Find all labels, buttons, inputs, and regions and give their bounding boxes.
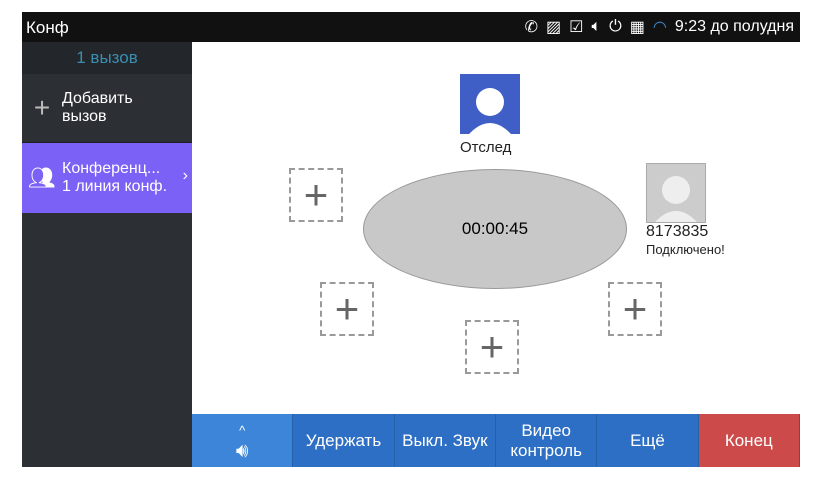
volume-icon: 🔈︎ — [591, 18, 602, 35]
video-control-button[interactable]: Видео контроль — [495, 414, 598, 467]
host-avatar — [460, 74, 520, 134]
add-participant-slot[interactable]: + — [465, 320, 519, 374]
participant-avatar[interactable] — [646, 163, 706, 223]
end-call-button[interactable]: Конец — [698, 414, 800, 467]
mute-button[interactable]: Выкл. Звук — [394, 414, 496, 467]
call-controls: ^ 🔊︎ Удержать Выкл. Звук Видео контроль Е… — [192, 414, 800, 467]
chevron-right-icon: › — [182, 167, 188, 184]
add-call-button[interactable]: + Добавить вызов — [22, 74, 192, 143]
conference-area: Отслед 8173835 Подключено! 00:00:45 + + … — [192, 42, 800, 414]
sidebar: 1 вызов + Добавить вызов 👥︎ Конференц...… — [22, 42, 192, 467]
more-button[interactable]: Ещё — [597, 414, 699, 467]
call-icon: ✆ — [524, 19, 539, 36]
speaker-icon: 🔊︎ — [235, 439, 249, 462]
volume-button[interactable]: ^ 🔊︎ — [192, 414, 294, 467]
screen: Конф ✆ ▨ ☑ 🔈︎ ⏻ ▦ ◠ 9:23 до полудня 1 вы… — [22, 12, 800, 467]
call-timer: 00:00:45 — [461, 219, 529, 238]
sidebar-item-conference[interactable]: 👥︎ Конференц... 1 линия конф. › — [22, 143, 192, 213]
app-title: Конф — [26, 18, 69, 37]
add-participant-slot[interactable]: + — [289, 168, 343, 222]
participant-number: 8173835 — [646, 223, 709, 240]
plus-icon: + — [33, 92, 51, 123]
clipboard-check-icon: ☑ — [569, 19, 584, 36]
call-count: 1 вызов — [22, 42, 192, 74]
image-icon: ▨ — [546, 19, 562, 36]
participant-status: Подключено! — [646, 242, 725, 257]
add-participant-slot[interactable]: + — [320, 282, 374, 336]
conference-timer-ellipse: 00:00:45 — [363, 169, 627, 289]
power-plug-icon: ⏻ — [609, 18, 622, 35]
host-label: Отслед — [460, 139, 512, 156]
clock: 9:23 до полудня — [674, 18, 794, 35]
group-icon: 👥︎ — [28, 165, 56, 190]
conference-subtitle: 1 линия конф. — [62, 178, 168, 195]
sim-icon: ▦ — [629, 19, 645, 36]
wifi-icon: ◠ — [652, 19, 667, 36]
chevron-up-icon: ^ — [239, 422, 246, 438]
hold-button[interactable]: Удержать — [293, 414, 395, 467]
add-call-label: Добавить вызов — [62, 90, 133, 125]
status-bar: Конф ✆ ▨ ☑ 🔈︎ ⏻ ▦ ◠ 9:23 до полудня — [22, 12, 800, 42]
conference-title: Конференц... — [62, 160, 161, 177]
add-participant-slot[interactable]: + — [608, 282, 662, 336]
